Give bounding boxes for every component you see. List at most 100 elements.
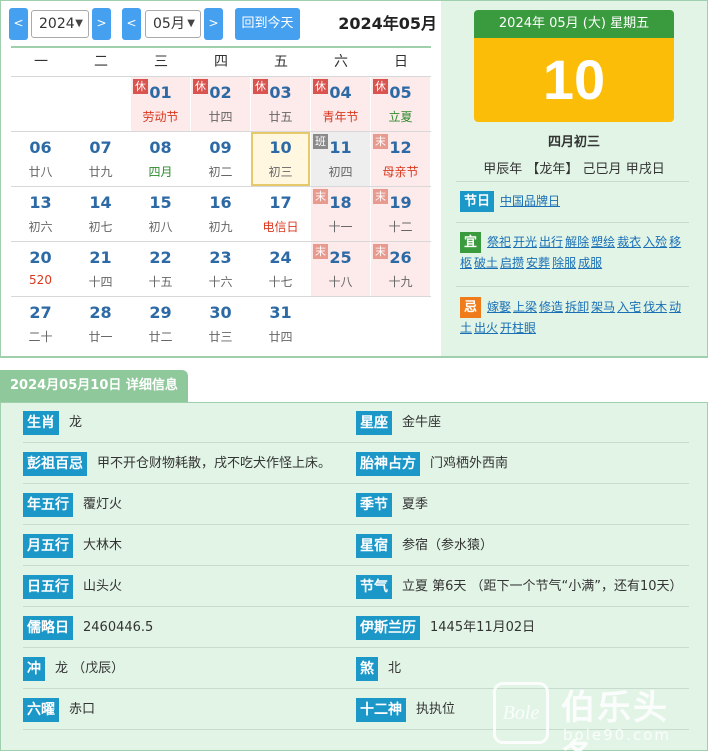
yi-link[interactable]: 裁衣 — [617, 235, 641, 249]
day-subtext: 初三 — [268, 165, 293, 179]
day-subtext: 初八 — [148, 220, 173, 234]
detail-value: 赤口 — [69, 702, 96, 717]
calendar-day-cell[interactable]: 31 廿四 — [251, 297, 310, 351]
calendar-day-cell[interactable]: 20 520 — [11, 242, 70, 296]
ji-link[interactable]: 上梁 — [513, 300, 537, 314]
calendar-day-cell[interactable]: 08 四月 — [131, 132, 190, 186]
calendar-day-cell[interactable]: 17 电信日 — [251, 187, 310, 241]
calendar-day-cell[interactable]: 末 26 十九 — [371, 242, 430, 296]
calendar-day-cell[interactable]: 班 11 初四 — [311, 132, 370, 186]
detail-value: 覆灯火 — [83, 497, 123, 512]
festival-link[interactable]: 中国品牌日 — [500, 194, 560, 208]
calendar-day-cell[interactable]: 休 03 廿五 — [251, 77, 310, 131]
yi-link[interactable]: 开光 — [513, 235, 537, 249]
detail-row: 月五行 大林木 星宿 参宿（参水猿） — [23, 526, 689, 566]
calendar-day-cell[interactable]: 30 廿三 — [191, 297, 250, 351]
calendar-day-cell[interactable]: 09 初二 — [191, 132, 250, 186]
day-number: 30 — [209, 303, 232, 322]
calendar-day-cell[interactable]: 休 05 立夏 — [371, 77, 430, 131]
calendar-day-cell[interactable]: 15 初八 — [131, 187, 190, 241]
yi-link[interactable]: 破土 — [474, 256, 498, 270]
chevron-left-icon: < — [13, 16, 24, 30]
detail-tab[interactable]: 2024月05月10日 详细信息 — [0, 370, 188, 402]
ji-link[interactable]: 出火 — [474, 321, 498, 335]
calendar-day-cell[interactable]: 24 十七 — [251, 242, 310, 296]
month-select-value: 05月 — [153, 16, 185, 32]
calendar-day-today[interactable]: 10 初三 — [250, 132, 310, 186]
day-number: 19 — [389, 193, 412, 212]
day-number: 09 — [209, 138, 232, 157]
ji-link[interactable]: 开柱眼 — [500, 321, 536, 335]
day-subtext: 廿二 — [148, 330, 173, 344]
ji-link[interactable]: 修造 — [539, 300, 563, 314]
prev-month-button[interactable]: < — [122, 8, 141, 40]
calendar-day-cell[interactable]: 休 02 廿四 — [191, 77, 250, 131]
back-to-today-button[interactable]: 回到今天 — [235, 8, 300, 40]
detail-label: 星宿 — [356, 534, 392, 558]
day-subtext: 电信日 — [262, 220, 299, 234]
calendar-week-row: 休 01 劳动节休 02 廿四休 03 廿五休 04 青年节休 05 立夏 — [11, 76, 431, 131]
next-month-button[interactable]: > — [204, 8, 223, 40]
prev-year-button[interactable]: < — [9, 8, 28, 40]
calendar-day-cell[interactable]: 14 初七 — [71, 187, 130, 241]
weekday-label: 五 — [274, 54, 288, 70]
yi-link[interactable]: 出行 — [539, 235, 563, 249]
day-number: 13 — [29, 193, 52, 212]
weekday-label: 一 — [34, 54, 48, 70]
yi-link[interactable]: 除服 — [552, 256, 576, 270]
divider — [456, 222, 689, 223]
calendar-day-cell[interactable]: 末 25 十八 — [311, 242, 370, 296]
ji-link[interactable]: 入宅 — [617, 300, 641, 314]
day-number: 03 — [269, 83, 292, 102]
day-number: 02 — [209, 83, 232, 102]
month-select[interactable]: 05月 ▼ — [145, 10, 201, 38]
calendar-day-cell[interactable]: 07 廿九 — [71, 132, 130, 186]
calendar-day-cell[interactable]: 06 廿八 — [11, 132, 70, 186]
yi-link[interactable]: 塑绘 — [591, 235, 615, 249]
day-subtext: 廿八 — [28, 165, 53, 179]
year-select[interactable]: 2024 ▼ — [31, 10, 89, 38]
day-number: 15 — [149, 193, 172, 212]
weekday-label: 二 — [94, 54, 108, 70]
day-number: 25 — [329, 248, 352, 267]
calendar-day-cell[interactable]: 休 01 劳动节 — [131, 77, 190, 131]
day-subtext: 十八 — [328, 275, 353, 289]
detail-label: 月五行 — [23, 534, 73, 558]
calendar-day-cell[interactable]: 末 18 十一 — [311, 187, 370, 241]
yi-link[interactable]: 解除 — [565, 235, 589, 249]
calendar-day-cell[interactable]: 16 初九 — [191, 187, 250, 241]
calendar-day-cell[interactable]: 13 初六 — [11, 187, 70, 241]
detail-value: 2460446.5 — [83, 620, 154, 635]
calendar-day-cell[interactable]: 27 二十 — [11, 297, 70, 351]
yi-link[interactable]: 启攒 — [500, 256, 524, 270]
detail-value: 大林木 — [83, 538, 123, 553]
yi-link[interactable]: 祭祀 — [487, 235, 511, 249]
calendar-widget: < 2024 ▼ > < 05月 ▼ > 回到今天 2024年05月 一 二 三… — [0, 0, 708, 358]
calendar-day-cell[interactable]: 28 廿一 — [71, 297, 130, 351]
ji-link[interactable]: 嫁娶 — [487, 300, 511, 314]
day-subtext: 廿四 — [208, 110, 233, 124]
calendar-day-cell[interactable]: 末 19 十二 — [371, 187, 430, 241]
yi-link[interactable]: 入殓 — [643, 235, 667, 249]
day-subtext: 廿四 — [268, 330, 293, 344]
detail-label: 生肖 — [23, 411, 59, 435]
day-subtext: 廿一 — [88, 330, 113, 344]
calendar-day-cell[interactable]: 休 04 青年节 — [311, 77, 370, 131]
calendar-day-cell[interactable]: 23 十六 — [191, 242, 250, 296]
day-subtext: 520 — [29, 273, 52, 287]
calendar-day-cell[interactable]: 21 十四 — [71, 242, 130, 296]
calendar-day-cell[interactable]: 22 十五 — [131, 242, 190, 296]
detail-row: 生肖龙 星座 金牛座 — [23, 403, 689, 443]
calendar-day-cell[interactable]: 末 12 母亲节 — [370, 132, 430, 186]
calendar-day-cell[interactable]: 29 廿二 — [131, 297, 190, 351]
next-year-button[interactable]: > — [92, 8, 111, 40]
detail-value: 龙 — [69, 415, 83, 430]
ji-link[interactable]: 架马 — [591, 300, 615, 314]
calendar-toolbar: < 2024 ▼ > < 05月 ▼ > 回到今天 2024年05月 — [9, 8, 437, 40]
detail-label: 彭祖百忌 — [23, 452, 87, 476]
yi-link[interactable]: 安葬 — [526, 256, 550, 270]
ji-link[interactable]: 伐木 — [643, 300, 667, 314]
day-subtext: 十五 — [148, 275, 173, 289]
ji-link[interactable]: 拆卸 — [565, 300, 589, 314]
yi-link[interactable]: 成服 — [578, 256, 602, 270]
